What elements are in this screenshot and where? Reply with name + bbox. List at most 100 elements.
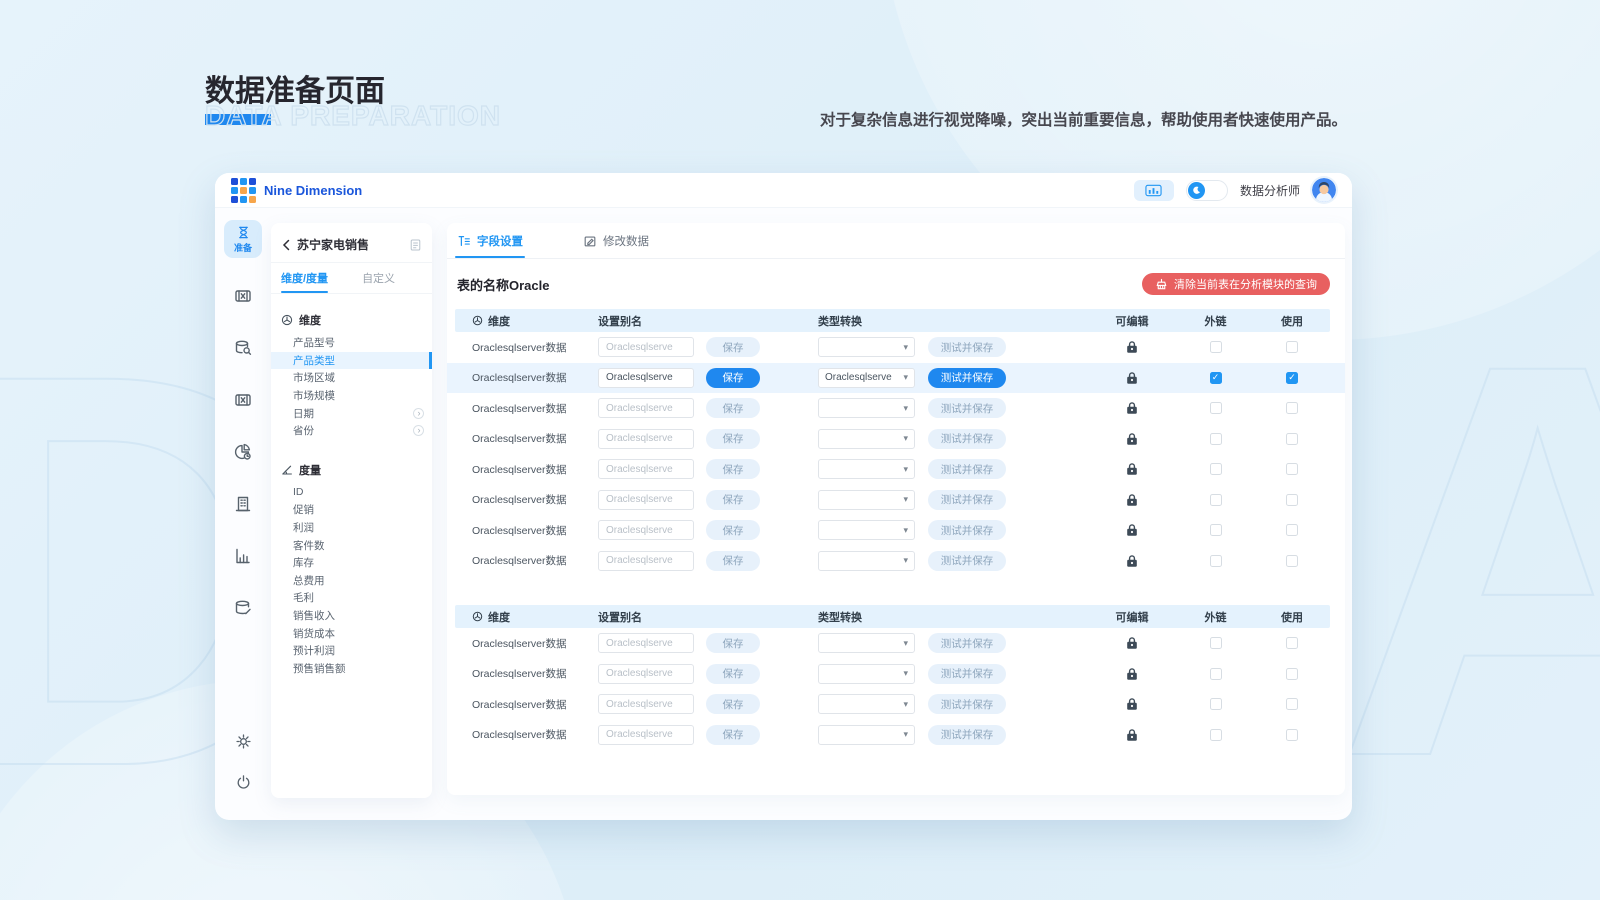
- use-checkbox[interactable]: [1286, 729, 1298, 741]
- save-button[interactable]: 保存: [706, 694, 760, 714]
- use-checkbox[interactable]: [1286, 524, 1298, 536]
- use-checkbox[interactable]: [1286, 637, 1298, 649]
- measure-item[interactable]: 销售收入: [271, 607, 432, 625]
- rail-item-database[interactable]: [234, 599, 252, 622]
- use-checkbox[interactable]: [1286, 494, 1298, 506]
- dimension-item[interactable]: 省份›: [271, 422, 432, 440]
- alias-input[interactable]: [598, 694, 694, 714]
- measure-item[interactable]: 促销: [271, 501, 432, 519]
- rail-item-pie-chart[interactable]: [234, 443, 252, 466]
- type-select[interactable]: ▾: [818, 551, 915, 571]
- save-button[interactable]: 保存: [706, 398, 760, 418]
- rail-item-film-2[interactable]: [234, 391, 252, 414]
- dimension-item[interactable]: 产品类型: [271, 352, 432, 370]
- test-save-button[interactable]: 测试并保存: [928, 398, 1006, 418]
- rail-item-database-search[interactable]: [234, 339, 252, 362]
- settings-button[interactable]: [235, 733, 252, 755]
- measure-item[interactable]: 总费用: [271, 572, 432, 590]
- external-link-checkbox[interactable]: [1210, 494, 1222, 506]
- test-save-button[interactable]: 测试并保存: [928, 633, 1006, 653]
- external-link-checkbox[interactable]: [1210, 637, 1222, 649]
- back-button[interactable]: [281, 239, 291, 251]
- test-save-button[interactable]: 测试并保存: [928, 551, 1006, 571]
- avatar[interactable]: [1312, 178, 1336, 202]
- use-checkbox[interactable]: [1286, 463, 1298, 475]
- save-button[interactable]: 保存: [706, 337, 760, 357]
- measure-item[interactable]: ID: [271, 484, 432, 502]
- alias-input[interactable]: [598, 337, 694, 357]
- alias-input[interactable]: [598, 398, 694, 418]
- rail-item-bar-chart[interactable]: [234, 547, 252, 570]
- use-checkbox[interactable]: [1286, 402, 1298, 414]
- dimension-item[interactable]: 产品型号: [271, 334, 432, 352]
- type-select[interactable]: ▾: [818, 337, 915, 357]
- tab-custom[interactable]: 自定义: [362, 263, 395, 293]
- alias-input[interactable]: [598, 551, 694, 571]
- type-select[interactable]: ▾: [818, 633, 915, 653]
- save-button[interactable]: 保存: [706, 725, 760, 745]
- use-checkbox[interactable]: [1286, 698, 1298, 710]
- type-select[interactable]: Oraclesqlserve ▾: [818, 368, 915, 388]
- save-button[interactable]: 保存: [706, 429, 760, 449]
- save-button[interactable]: 保存: [706, 459, 760, 479]
- test-save-button[interactable]: 测试并保存: [928, 520, 1006, 540]
- dark-mode-toggle[interactable]: [1186, 180, 1228, 201]
- measure-item[interactable]: 客件数: [271, 536, 432, 554]
- save-button[interactable]: 保存: [706, 551, 760, 571]
- form-icon[interactable]: [409, 238, 422, 252]
- external-link-checkbox[interactable]: [1210, 372, 1222, 384]
- type-select[interactable]: ▾: [818, 694, 915, 714]
- test-save-button[interactable]: 测试并保存: [928, 490, 1006, 510]
- test-save-button[interactable]: 测试并保存: [928, 429, 1006, 449]
- measure-item[interactable]: 毛利: [271, 589, 432, 607]
- use-checkbox[interactable]: [1286, 433, 1298, 445]
- type-select[interactable]: ▾: [818, 664, 915, 684]
- dimension-item[interactable]: 市场区域: [271, 369, 432, 387]
- test-save-button[interactable]: 测试并保存: [928, 694, 1006, 714]
- use-checkbox[interactable]: [1286, 555, 1298, 567]
- external-link-checkbox[interactable]: [1210, 555, 1222, 567]
- type-select[interactable]: ▾: [818, 429, 915, 449]
- alias-input[interactable]: [598, 429, 694, 449]
- save-button[interactable]: 保存: [706, 490, 760, 510]
- alias-input[interactable]: [598, 459, 694, 479]
- dimension-item[interactable]: 市场规模: [271, 387, 432, 405]
- type-select[interactable]: ▾: [818, 725, 915, 745]
- measure-item[interactable]: 利润: [271, 519, 432, 537]
- measure-item[interactable]: 预售销售额: [271, 660, 432, 678]
- type-select[interactable]: ▾: [818, 520, 915, 540]
- tab-field-settings[interactable]: 字段设置: [455, 223, 525, 258]
- tab-dimensions-measures[interactable]: 维度/度量: [281, 263, 328, 293]
- alias-input[interactable]: [598, 490, 694, 510]
- test-save-button[interactable]: 测试并保存: [928, 664, 1006, 684]
- clear-query-button[interactable]: 清除当前表在分析模块的查询: [1142, 273, 1330, 295]
- save-button[interactable]: 保存: [706, 368, 760, 388]
- measure-item[interactable]: 预计利润: [271, 642, 432, 660]
- save-button[interactable]: 保存: [706, 633, 760, 653]
- test-save-button[interactable]: 测试并保存: [928, 459, 1006, 479]
- use-checkbox[interactable]: [1286, 668, 1298, 680]
- test-save-button[interactable]: 测试并保存: [928, 368, 1006, 388]
- measure-item[interactable]: 库存: [271, 554, 432, 572]
- alias-input[interactable]: [598, 725, 694, 745]
- test-save-button[interactable]: 测试并保存: [928, 337, 1006, 357]
- external-link-checkbox[interactable]: [1210, 402, 1222, 414]
- rail-item-building[interactable]: [234, 495, 252, 518]
- use-checkbox[interactable]: [1286, 372, 1298, 384]
- rail-item-prepare[interactable]: 准备: [224, 220, 262, 258]
- external-link-checkbox[interactable]: [1210, 463, 1222, 475]
- measure-item[interactable]: 销货成本: [271, 624, 432, 642]
- external-link-checkbox[interactable]: [1210, 524, 1222, 536]
- save-button[interactable]: 保存: [706, 664, 760, 684]
- rail-item-film[interactable]: [234, 287, 252, 310]
- external-link-checkbox[interactable]: [1210, 698, 1222, 710]
- bar-chart-pill-button[interactable]: [1134, 180, 1174, 201]
- type-select[interactable]: ▾: [818, 398, 915, 418]
- type-select[interactable]: ▾: [818, 459, 915, 479]
- tab-edit-data[interactable]: 修改数据: [581, 223, 651, 258]
- type-select[interactable]: ▾: [818, 490, 915, 510]
- external-link-checkbox[interactable]: [1210, 668, 1222, 680]
- alias-input[interactable]: [598, 520, 694, 540]
- alias-input[interactable]: [598, 664, 694, 684]
- external-link-checkbox[interactable]: [1210, 341, 1222, 353]
